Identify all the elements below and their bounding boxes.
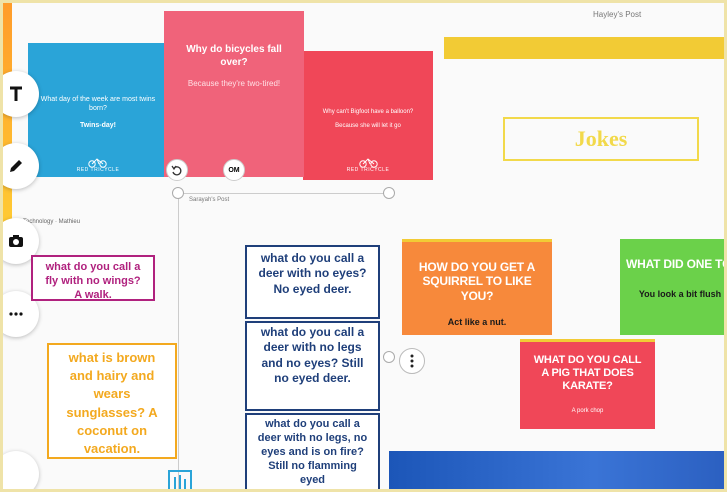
joke-note-coconut[interactable]: what is brown and hairy and wears sungla…: [47, 343, 177, 459]
card-question: Why can't Bigfoot have a balloon?: [322, 109, 414, 115]
resize-handle[interactable]: [383, 351, 395, 363]
card-question: What day of the week are most twins born…: [40, 96, 156, 113]
kebab-menu-icon: [410, 354, 414, 368]
card-question: How do you get a squirrel to like you?: [418, 260, 536, 303]
card-answer: Because she will let it go: [335, 122, 401, 129]
pen-tool-icon: [10, 160, 22, 172]
joke-note-deer-2[interactable]: what do you call a deer with no legs and…: [245, 321, 380, 411]
joke-card-bicycles[interactable]: Why do bicycles fall over? Because they'…: [164, 11, 304, 177]
joke-note-deer-3[interactable]: what do you call a deer with no legs, no…: [245, 413, 380, 489]
text-tool-icon: [10, 86, 22, 101]
author-badge[interactable]: OM: [223, 159, 245, 181]
joke-note-deer-1[interactable]: what do you call a deer with no eyes? No…: [245, 245, 380, 319]
resize-handle[interactable]: [383, 187, 395, 199]
card-question: What did one to say to the othe: [626, 257, 724, 271]
card-answer: A pork chop: [571, 407, 604, 414]
card-answer: You look a bit flush: [638, 289, 722, 300]
joke-note-fly[interactable]: what do you call a fly with no wings? A …: [31, 255, 155, 301]
card-answer: Act like a nut.: [447, 317, 507, 328]
card-answer: Twins-day!: [79, 122, 117, 130]
whiteboard-canvas[interactable]: What day of the week are most twins born…: [0, 0, 727, 492]
bottom-decoration-icon: [167, 465, 193, 489]
post-options-button[interactable]: [399, 348, 425, 374]
card-question: Why do bicycles fall over?: [186, 44, 282, 68]
jokes-heading: Jokes: [503, 117, 699, 161]
bottom-blue-banner: [389, 451, 724, 489]
card-brand: RED TRICYCLE: [346, 167, 390, 173]
joke-card-squirrel[interactable]: How do you get a squirrel to like you? A…: [402, 239, 552, 335]
rotate-button[interactable]: [166, 159, 188, 181]
card-brand: RED TRICYCLE: [76, 167, 120, 173]
bottom-tool-button[interactable]: [3, 451, 39, 489]
camera-tool-icon: [9, 235, 23, 247]
post-title: Hayley's Post: [593, 10, 642, 19]
joke-card-flush[interactable]: What did one to say to the othe You look…: [620, 239, 724, 335]
rotate-icon: [171, 165, 182, 176]
joke-card-twins[interactable]: What day of the week are most twins born…: [28, 43, 168, 177]
post-caption: Sarayah's Post: [189, 197, 230, 203]
card-question: What do you call a pig that does karate?: [533, 354, 642, 393]
joke-card-pig[interactable]: What do you call a pig that does karate?…: [520, 339, 655, 429]
joke-card-bigfoot[interactable]: Why can't Bigfoot have a balloon? Becaus…: [303, 51, 433, 180]
pen-tool-button[interactable]: [3, 143, 39, 189]
yellow-header-bar: [444, 37, 724, 59]
resize-handle[interactable]: [172, 187, 184, 199]
left-accent-bar: [3, 3, 12, 233]
more-icon: [9, 312, 23, 316]
card-answer: Because they're two-tired!: [187, 79, 281, 88]
